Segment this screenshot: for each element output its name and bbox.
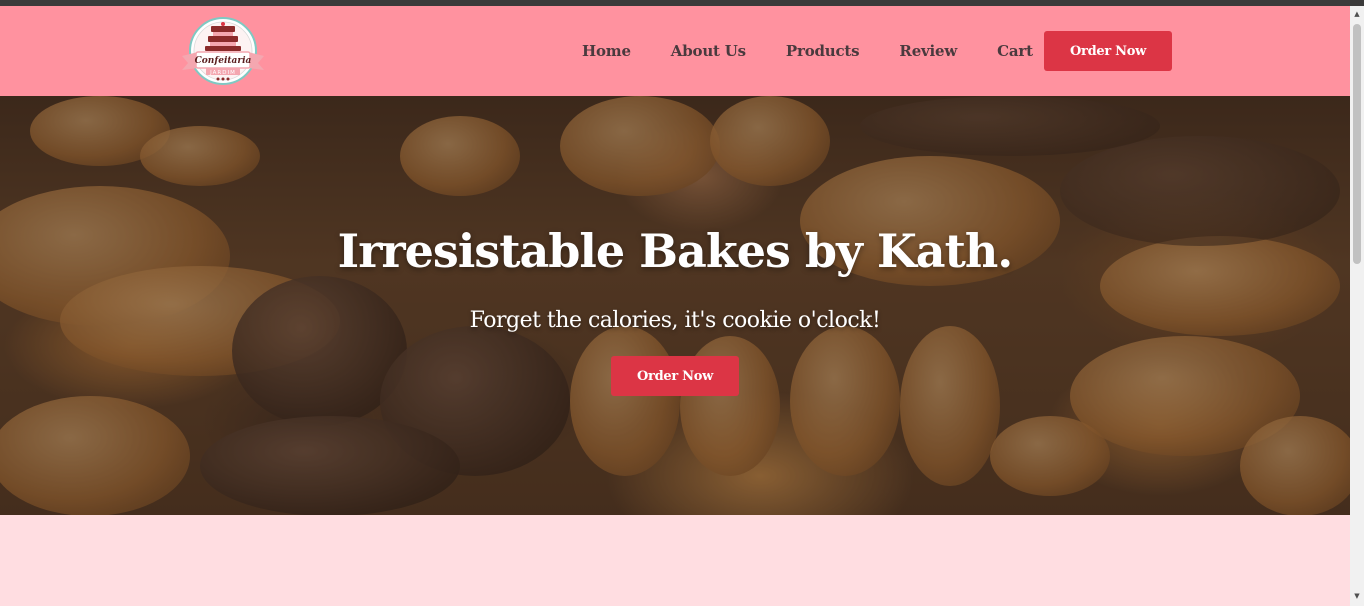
nav-link-review[interactable]: Review	[899, 42, 957, 60]
nav-link-cart[interactable]: Cart	[997, 42, 1033, 60]
navbar: Confeitaria JARDIM Home About Us Product…	[0, 6, 1350, 96]
hero-title: Irresistable Bakes by Kath.	[337, 224, 1014, 278]
content-section	[0, 515, 1350, 606]
nav-link-products[interactable]: Products	[786, 42, 860, 60]
hero-order-now-button[interactable]: Order Now	[611, 356, 739, 396]
logo-text-line1: Confeitaria	[195, 56, 252, 66]
page-viewport: Confeitaria JARDIM Home About Us Product…	[0, 6, 1350, 606]
nav-link-home[interactable]: Home	[582, 42, 631, 60]
nav-link-about-us[interactable]: About Us	[671, 42, 746, 60]
scroll-down-arrow-icon[interactable]: ▼	[1353, 592, 1361, 600]
logo-text-line2: JARDIM	[209, 70, 236, 76]
main-nav: Home About Us Products Review Cart	[570, 6, 1073, 96]
hero-subtitle: Forget the calories, it's cookie o'clock…	[469, 308, 881, 333]
scroll-up-arrow-icon[interactable]: ▲	[1353, 10, 1361, 18]
scrollbar-thumb[interactable]	[1353, 24, 1361, 264]
cake-logo-icon: Confeitaria JARDIM	[182, 17, 264, 85]
brand-logo[interactable]: Confeitaria JARDIM	[178, 16, 268, 86]
hero-overlay	[0, 96, 1350, 515]
nav-order-now-button[interactable]: Order Now	[1044, 31, 1172, 71]
hero-section: Irresistable Bakes by Kath. Forget the c…	[0, 96, 1350, 515]
